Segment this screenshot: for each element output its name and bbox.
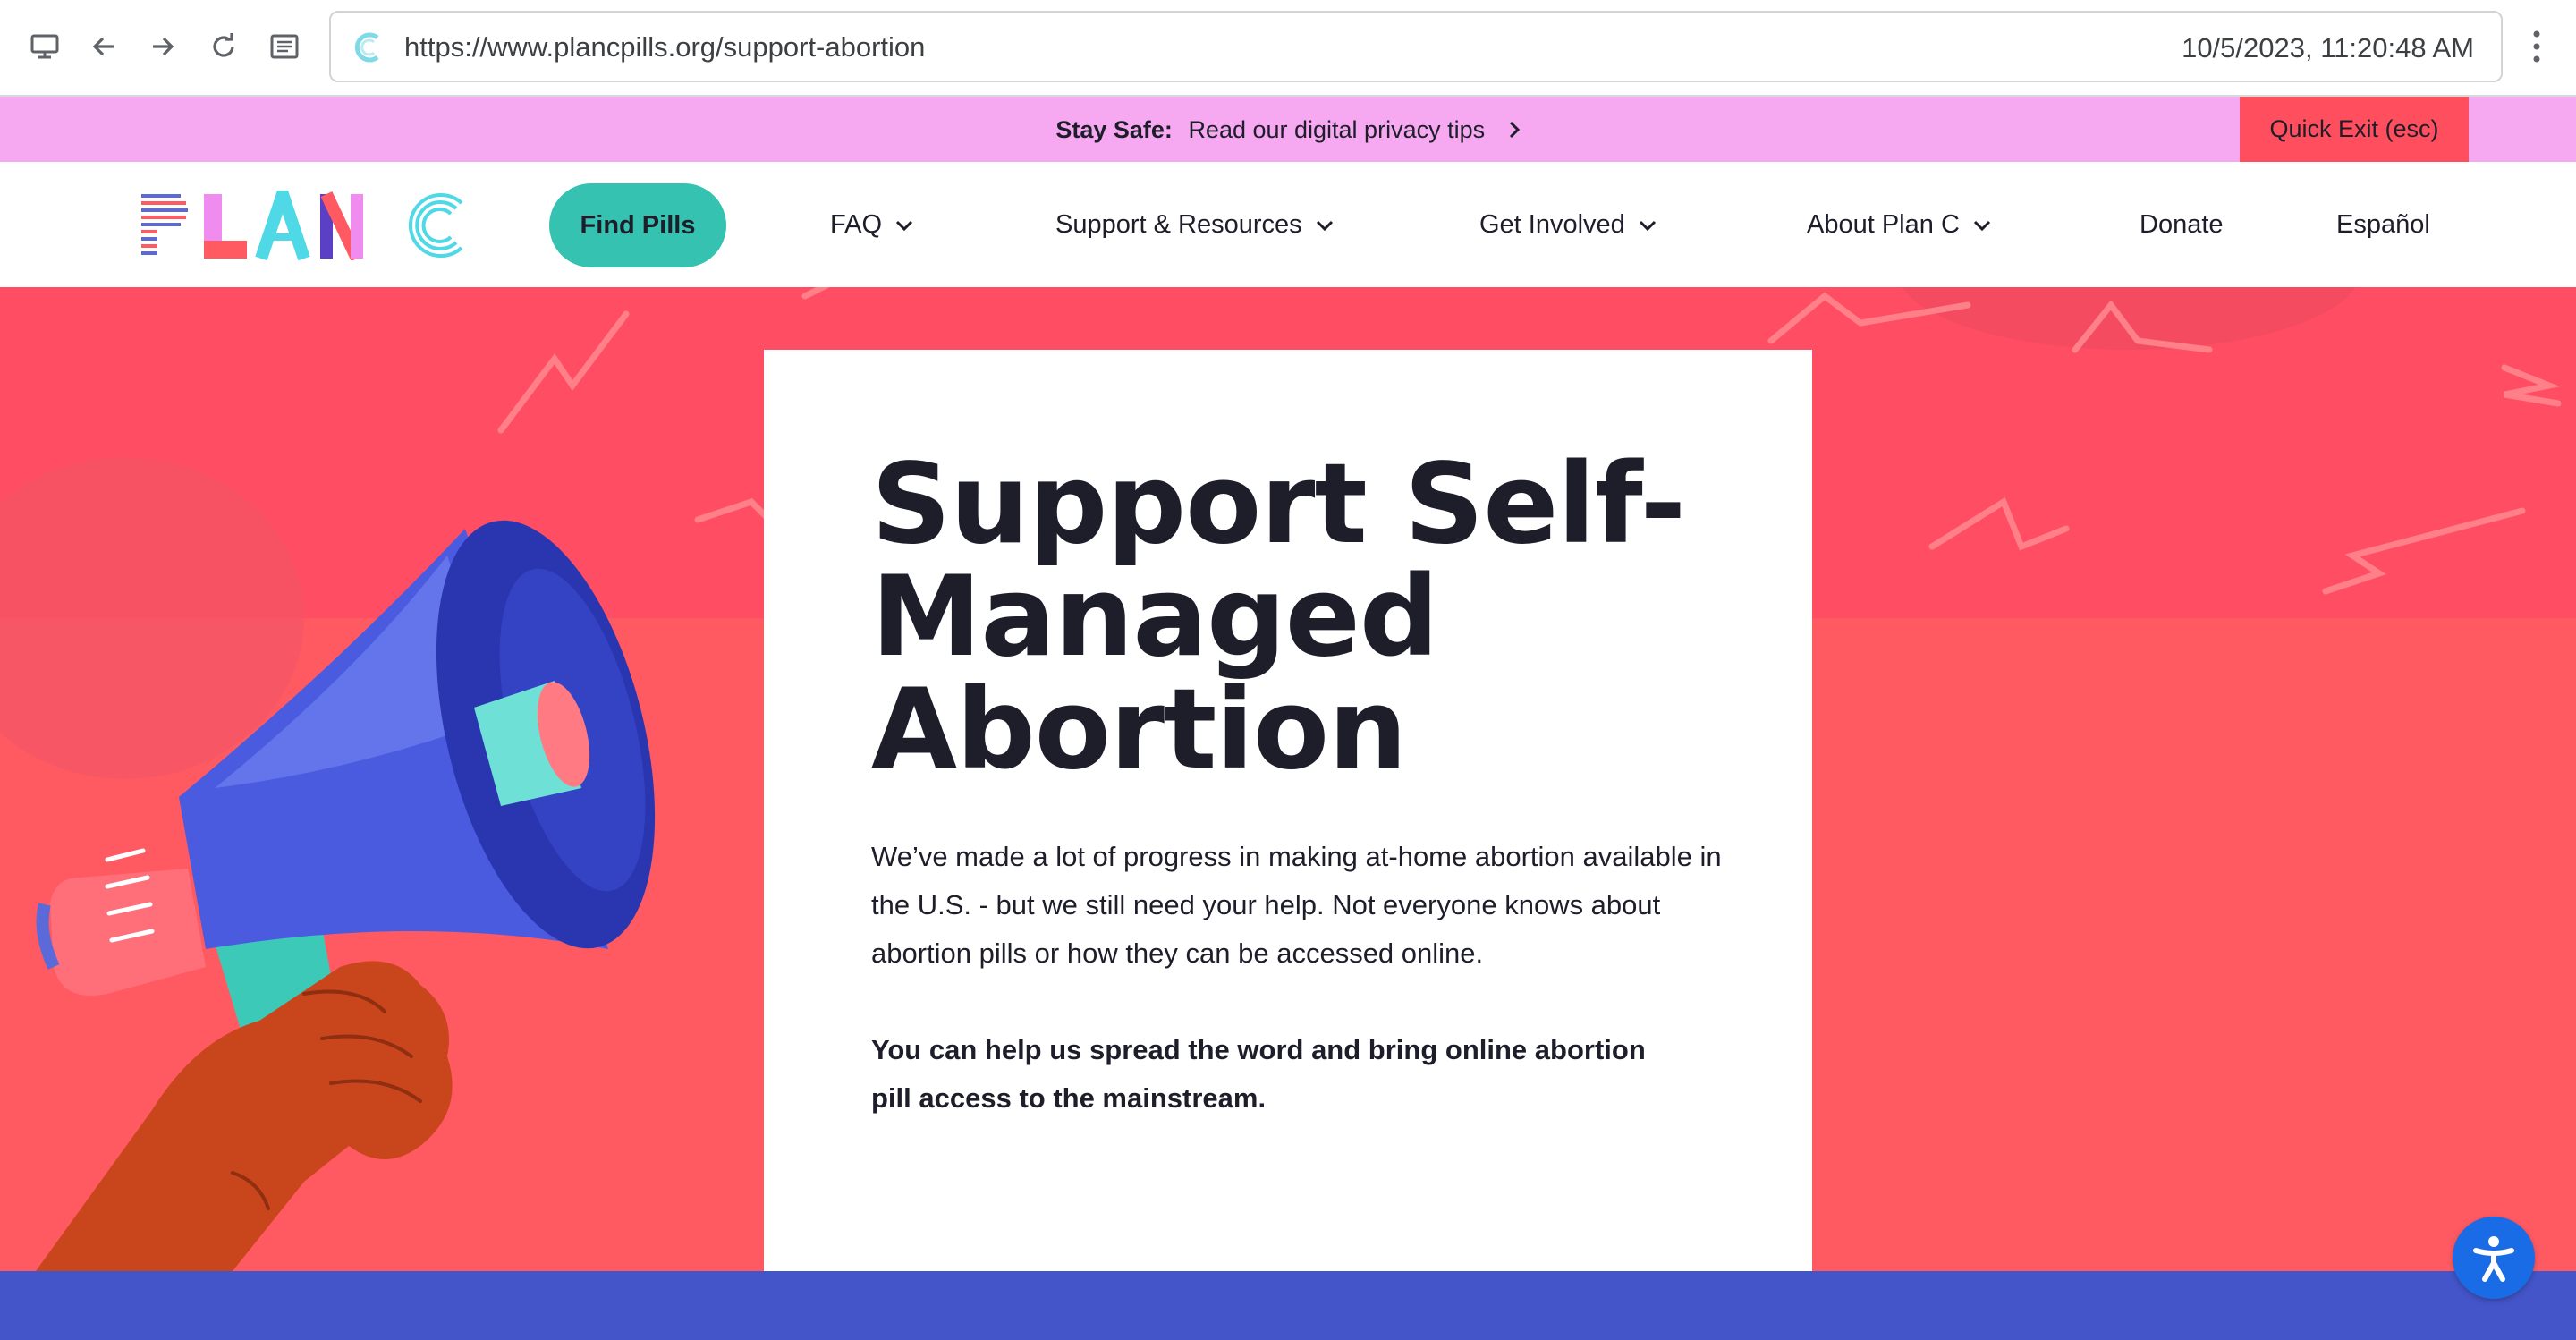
hero-bold-paragraph: You can help us spread the word and brin… [871, 1034, 1646, 1114]
chevron-down-icon [1316, 221, 1333, 232]
next-section-band [0, 1271, 2576, 1340]
site-nav: Find Pills FAQ Support & Resources Get I… [0, 162, 2576, 287]
nav-item-label: Español [2336, 210, 2430, 239]
browser-toolbar: https://www.plancpills.org/support-abort… [0, 0, 2576, 97]
hero-section: Support Self-Managed Abortion We’ve made… [0, 287, 2576, 1271]
nav-item-espanol[interactable]: Español [2336, 207, 2430, 242]
plan-c-logo[interactable] [141, 174, 469, 261]
reload-icon[interactable] [204, 27, 243, 66]
chevron-down-icon [1973, 221, 1990, 232]
nav-item-donate[interactable]: Donate [2140, 207, 2224, 242]
nav-item-label: FAQ [830, 210, 883, 239]
back-arrow-icon[interactable] [84, 27, 123, 66]
page-title: Support Self-Managed Abortion [871, 440, 1686, 794]
nav-item-label: About Plan C [1807, 210, 1960, 239]
quick-exit-button[interactable]: Quick Exit (esc) [2240, 97, 2469, 162]
chevron-down-icon [1639, 221, 1656, 232]
nav-item-label: Get Involved [1479, 210, 1625, 239]
accessibility-icon [2473, 1236, 2514, 1282]
desktop-icon[interactable] [25, 27, 64, 66]
privacy-banner: Stay Safe: Read our digital privacy tips… [0, 97, 2576, 162]
nav-item-get-involved[interactable]: Get Involved [1479, 207, 1657, 242]
nav-item-label: Support & Resources [1055, 210, 1302, 239]
timestamp: 10/5/2023, 11:20:48 AM [2182, 32, 2474, 64]
nav-item-faq[interactable]: FAQ [830, 207, 914, 242]
accessibility-button[interactable] [2453, 1217, 2535, 1299]
site-favicon-icon [351, 30, 385, 64]
privacy-message[interactable]: Stay Safe: Read our digital privacy tips [0, 114, 2576, 147]
chevron-down-icon [895, 221, 913, 232]
nav-item-label: Donate [2140, 210, 2224, 239]
find-pills-button[interactable]: Find Pills [549, 183, 726, 267]
hero-card: Support Self-Managed Abortion We’ve made… [764, 350, 1812, 1271]
forward-arrow-icon[interactable] [143, 27, 182, 66]
hero-paragraph: We’ve made a lot of progress in making a… [871, 841, 1722, 969]
address-bar[interactable]: https://www.plancpills.org/support-abort… [329, 11, 2503, 82]
nav-item-about-plan-c[interactable]: About Plan C [1807, 207, 1992, 242]
more-vertical-icon[interactable] [2528, 27, 2546, 66]
reader-icon[interactable] [265, 27, 304, 66]
stay-safe-label: Stay Safe: [1055, 116, 1173, 143]
url-text[interactable]: https://www.plancpills.org/support-abort… [404, 30, 925, 64]
privacy-tips-link[interactable]: Read our digital privacy tips [1188, 116, 1485, 143]
chevron-right-icon [1508, 116, 1521, 147]
nav-item-support-resources[interactable]: Support & Resources [1055, 207, 1335, 242]
